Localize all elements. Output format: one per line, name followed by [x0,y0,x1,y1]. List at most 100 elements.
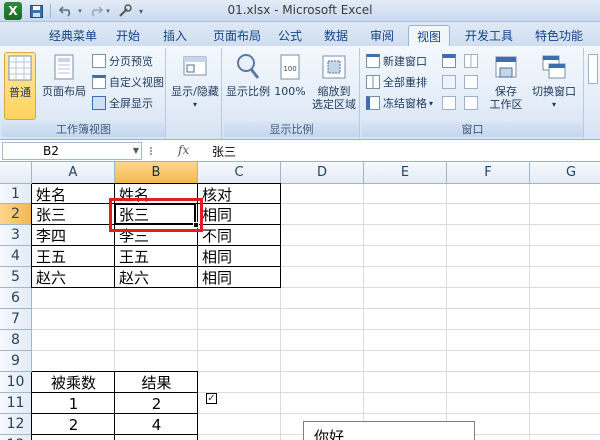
zoom-100-button[interactable]: 100 100% [272,52,308,98]
freeze-panes-icon [366,96,380,110]
cell[interactable]: 3 [32,435,115,440]
cell[interactable]: 王五 [115,246,198,267]
name-box[interactable]: B2 ▼ [2,142,142,160]
table-border [31,372,32,440]
normal-view-button[interactable]: 普通 [4,52,36,120]
switch-windows-button[interactable]: 切换窗口 ▾ [528,52,580,111]
cell[interactable]: 不同 [198,225,281,246]
insert-function-icon[interactable]: fx [178,143,189,157]
cell[interactable]: 李四 [32,225,115,246]
zoom-100-icon: 100 [275,52,305,82]
new-window-label: 新建窗口 [383,55,427,68]
page-break-icon [92,54,106,68]
cell[interactable]: 相同 [198,267,281,288]
name-box-dropdown-icon[interactable]: ▼ [133,143,139,159]
zoom-to-selection-button[interactable]: 缩放到 选定区域 [310,52,358,111]
unhide-window-button[interactable] [442,94,459,112]
select-all-corner[interactable] [0,162,32,184]
group-window: 新建窗口 全部重排 冻结窗格 ▾ 保存 工作区 切换窗口 ▾ 窗口 [362,48,584,138]
row-header-13[interactable]: 13 [0,435,32,440]
view-side-by-side-button[interactable] [464,52,481,70]
column-header-c[interactable]: C [198,162,281,184]
cell[interactable]: 4 [115,414,198,435]
tab-special-features[interactable]: 特色功能 [526,25,592,46]
arrange-all-icon [366,75,380,89]
row-header-4[interactable]: 4 [0,246,32,267]
tab-home[interactable]: 开始 [108,25,148,46]
row-header-1[interactable]: 1 [0,184,32,204]
arrange-all-button[interactable]: 全部重排 [366,73,427,91]
row-header-8[interactable]: 8 [0,330,32,351]
column-header-a[interactable]: A [32,162,115,184]
table-border [32,371,198,372]
cell[interactable]: 赵六 [115,267,198,288]
show-hide-dropdown-icon: ▾ [192,100,197,109]
row-header-3[interactable]: 3 [0,225,32,246]
zoom-to-selection-label-2: 选定区域 [312,98,356,111]
unhide-window-icon [442,96,456,110]
row-header-9[interactable]: 9 [0,351,32,372]
grid-line-vertical [363,184,364,440]
cell[interactable]: 2 [115,393,198,414]
grid-line-horizontal [32,329,600,330]
synchronous-scrolling-button[interactable] [464,73,481,91]
save-workspace-button[interactable]: 保存 工作区 [486,52,526,111]
cell[interactable]: 赵六 [32,267,115,288]
cell[interactable]: 1 [32,393,115,414]
cell[interactable]: 相同 [198,246,281,267]
row-header-12[interactable]: 12 [0,414,32,435]
tab-insert[interactable]: 插入 [155,25,195,46]
freeze-panes-label: 冻结窗格 [383,97,427,110]
cell[interactable]: 相同 [198,204,281,225]
cell-header[interactable]: 被乘数 [32,372,115,393]
tab-data[interactable]: 数据 [316,25,356,46]
split-button[interactable] [442,52,459,70]
cell[interactable]: 王五 [32,246,115,267]
cell[interactable]: 张三 [32,204,115,225]
table-border [197,372,198,440]
page-layout-view-label: 页面布局 [42,85,86,98]
cell[interactable]: 6 [115,435,198,440]
page-break-preview-button[interactable]: 分页预览 [92,52,153,70]
tab-page-layout[interactable]: 页面布局 [204,25,270,46]
row-header-6[interactable]: 6 [0,288,32,309]
row-header-10[interactable]: 10 [0,372,32,393]
cell-header[interactable]: 核对 [198,184,281,204]
worksheet-grid[interactable]: ABCDEFG 12345678910111213 姓名姓名核对张三张三相同李四… [0,162,600,440]
tab-view[interactable]: 视图 [408,25,450,46]
show-hide-label: 显示/隐藏 [171,85,219,98]
row-header-5[interactable]: 5 [0,267,32,288]
table-border [32,266,281,267]
column-header-e[interactable]: E [364,162,447,184]
tab-formulas[interactable]: 公式 [270,25,310,46]
formula-bar-splitter[interactable] [150,147,152,155]
custom-views-button[interactable]: 自定义视图 [92,73,164,91]
row-header-2[interactable]: 2 [0,204,32,225]
hide-window-button[interactable] [442,73,459,91]
zoom-button[interactable]: 显示比例 [226,52,270,98]
freeze-panes-button[interactable]: 冻结窗格 ▾ [366,94,433,112]
checkbox[interactable]: ✓ [206,393,217,404]
formula-input[interactable]: 张三 [212,143,236,160]
new-window-button[interactable]: 新建窗口 [366,52,427,70]
show-hide-button[interactable]: 显示/隐藏 ▾ [170,52,220,111]
column-header-d[interactable]: D [281,162,364,184]
full-screen-button[interactable]: 全屏显示 [92,94,153,112]
row-header-11[interactable]: 11 [0,393,32,414]
tab-developer[interactable]: 开发工具 [456,25,522,46]
row-header-7[interactable]: 7 [0,309,32,330]
page-layout-view-button[interactable]: 页面布局 [40,52,88,98]
cell-header[interactable]: 姓名 [32,184,115,204]
reset-window-position-button[interactable] [464,94,481,112]
text-box[interactable]: 你好 [303,421,475,440]
cell[interactable]: 2 [32,414,115,435]
column-header-b[interactable]: B [115,162,198,184]
column-header-g[interactable]: G [530,162,600,184]
grid-line-horizontal [32,308,600,309]
cell-header[interactable]: 结果 [115,372,198,393]
tab-classic-menu[interactable]: 经典菜单 [40,25,106,46]
column-header-f[interactable]: F [447,162,530,184]
macros-icon[interactable] [588,54,598,84]
tab-review[interactable]: 审阅 [362,25,402,46]
table-border [32,413,198,414]
